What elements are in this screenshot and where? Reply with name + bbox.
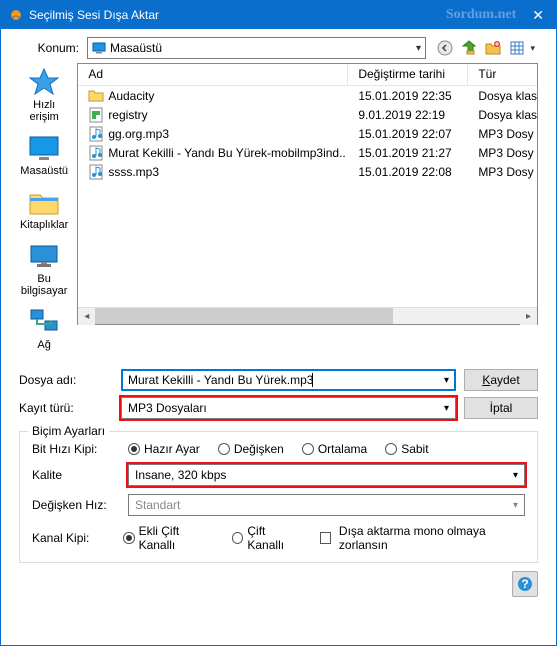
filetype-value: MP3 Dosyaları xyxy=(128,401,207,415)
file-type: Dosya klas xyxy=(468,89,537,103)
file-name: Murat Kekilli - Yandı Bu Yürek-mobilmp3i… xyxy=(108,146,345,160)
help-icon: ? xyxy=(517,576,533,592)
radio-stereo[interactable]: Çift Kanallı xyxy=(232,524,302,552)
file-name: gg.org.mp3 xyxy=(108,127,169,141)
file-name: registry xyxy=(108,108,147,122)
radio-average[interactable]: Ortalama xyxy=(302,442,367,456)
file-date: 15.01.2019 21:27 xyxy=(348,146,468,160)
place-libraries[interactable]: Kitaplıklar xyxy=(19,187,69,231)
location-combo[interactable]: Masaüstü ▾ xyxy=(87,37,426,59)
radio-variable[interactable]: Değişken xyxy=(218,442,284,456)
close-icon[interactable]: ✕ xyxy=(528,7,548,24)
radio-constant[interactable]: Sabit xyxy=(385,442,428,456)
chevron-down-icon[interactable]: ▾ xyxy=(444,403,449,414)
file-row[interactable]: gg.org.mp3 15.01.2019 22:07MP3 Dosy xyxy=(78,124,537,143)
chevron-down-icon[interactable]: ▾ xyxy=(513,470,518,481)
variable-speed-value: Standart xyxy=(135,498,180,512)
app-icon xyxy=(9,8,23,22)
quality-label: Kalite xyxy=(32,468,118,482)
file-name: ssss.mp3 xyxy=(108,165,159,179)
horizontal-scrollbar[interactable]: ◂ ▸ xyxy=(78,307,537,324)
place-network[interactable]: Ağ xyxy=(19,307,69,351)
save-button[interactable]: Kaydet xyxy=(464,369,538,391)
watermark-text: Sordum.net xyxy=(446,7,516,23)
file-type: MP3 Dosy xyxy=(468,165,537,179)
quality-combo[interactable]: Insane, 320 kbps ▾ xyxy=(128,464,525,486)
column-name[interactable]: Ad xyxy=(78,64,348,85)
filetype-label: Kayıt türü: xyxy=(19,401,89,415)
checkbox-force-mono[interactable]: Dışa aktarma mono olmaya zorlansın xyxy=(320,524,525,552)
location-value: Masaüstü xyxy=(110,41,162,55)
back-button[interactable] xyxy=(434,37,456,59)
radio-joint-stereo[interactable]: Ekli Çift Kanallı xyxy=(123,524,214,552)
column-type[interactable]: Tür xyxy=(468,64,537,85)
file-date: 15.01.2019 22:35 xyxy=(348,89,468,103)
window-title: Seçilmiş Sesi Dışa Aktar xyxy=(29,8,440,22)
column-date[interactable]: Değiştirme tarihi xyxy=(348,64,468,85)
place-this-pc[interactable]: Bu bilgisayar xyxy=(19,241,69,297)
chevron-down-icon[interactable]: ▾ xyxy=(513,500,518,511)
save-button-rest: aydet xyxy=(490,373,519,387)
file-row[interactable]: ssss.mp3 15.01.2019 22:08MP3 Dosy xyxy=(78,162,537,181)
chevron-down-icon: ▾ xyxy=(416,43,421,54)
file-list[interactable]: Ad Değiştirme tarihi Tür Audacity 15.01.2… xyxy=(77,63,538,325)
file-type: Dosya klas xyxy=(468,108,537,122)
file-date: 9.01.2019 22:19 xyxy=(348,108,468,122)
filename-value: Murat Kekilli - Yandı Bu Yürek.mp3 xyxy=(128,373,313,387)
file-list-header[interactable]: Ad Değiştirme tarihi Tür xyxy=(78,64,537,86)
location-label: Konum: xyxy=(19,41,79,55)
title-bar: Seçilmiş Sesi Dışa Aktar Sordum.net ✕ xyxy=(1,1,556,29)
chevron-down-icon[interactable]: ▾ xyxy=(444,375,449,386)
file-date: 15.01.2019 22:08 xyxy=(348,165,468,179)
format-settings-group: Biçim Ayarları Bit Hızı Kipi: Hazır Ayar… xyxy=(19,431,538,563)
text-cursor xyxy=(312,373,313,387)
file-row[interactable]: registry 9.01.2019 22:19Dosya klas xyxy=(78,105,537,124)
view-menu-button[interactable] xyxy=(506,37,538,59)
desktop-icon xyxy=(92,42,106,54)
file-date: 15.01.2019 22:07 xyxy=(348,127,468,141)
cancel-button[interactable]: İptal xyxy=(464,397,538,419)
places-bar: Hızlı erişim Masaüstü Kitaplıklar Bu bil… xyxy=(19,63,69,361)
new-folder-button[interactable] xyxy=(482,37,504,59)
variable-speed-combo[interactable]: Standart ▾ xyxy=(128,494,525,516)
quality-value: Insane, 320 kbps xyxy=(135,468,226,482)
radio-preset[interactable]: Hazır Ayar xyxy=(128,442,200,456)
scroll-right-icon[interactable]: ▸ xyxy=(520,308,537,325)
scroll-left-icon[interactable]: ◂ xyxy=(78,308,95,325)
file-type: MP3 Dosy xyxy=(468,127,537,141)
channel-mode-label: Kanal Kipi: xyxy=(32,531,113,545)
format-legend: Biçim Ayarları xyxy=(28,424,109,438)
file-type: MP3 Dosy xyxy=(468,146,537,160)
file-name: Audacity xyxy=(108,89,154,103)
filetype-combo[interactable]: MP3 Dosyaları ▾ xyxy=(121,397,456,419)
variable-speed-label: Değişken Hız: xyxy=(32,498,118,512)
file-row[interactable]: Audacity 15.01.2019 22:35Dosya klas xyxy=(78,86,537,105)
up-one-level-button[interactable] xyxy=(458,37,480,59)
filename-input[interactable]: Murat Kekilli - Yandı Bu Yürek.mp3 ▾ xyxy=(121,369,456,391)
bitrate-mode-label: Bit Hızı Kipi: xyxy=(32,442,118,456)
help-button[interactable]: ? xyxy=(512,571,538,597)
filename-label: Dosya adı: xyxy=(19,373,89,387)
svg-text:?: ? xyxy=(521,577,528,591)
file-row[interactable]: Murat Kekilli - Yandı Bu Yürek-mobilmp3i… xyxy=(78,143,537,162)
place-desktop[interactable]: Masaüstü xyxy=(19,133,69,177)
place-quick-access[interactable]: Hızlı erişim xyxy=(19,67,69,123)
